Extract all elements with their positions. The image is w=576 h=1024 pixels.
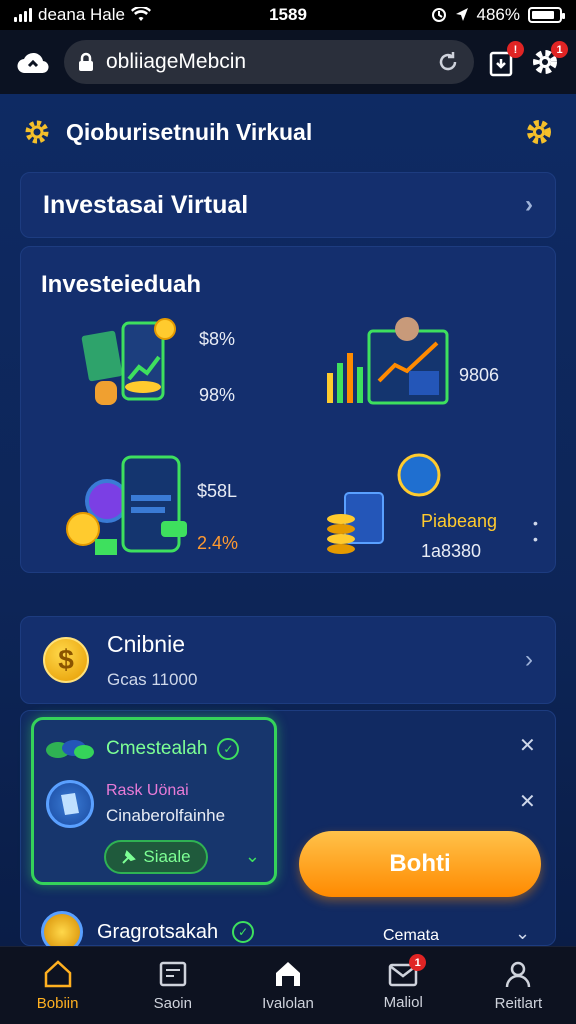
item4-title: Piabeang — [421, 511, 498, 531]
check-circle-icon: ✓ — [217, 738, 240, 760]
check-circle-icon: ✓ — [232, 921, 255, 943]
balance-title: Cnibnie — [107, 630, 185, 657]
balance-value: Gcas 11000 — [107, 669, 198, 689]
more-dots-icon[interactable]: • • — [533, 515, 545, 547]
tab-home[interactable]: Bobiin — [0, 947, 115, 1024]
tab-center[interactable]: Ivalolan — [230, 947, 345, 1024]
investment-item-fund[interactable]: Piabeang 1a8380 • • — [327, 453, 545, 563]
item1-percent: 98% — [199, 385, 236, 405]
cloud-icon[interactable] — [16, 49, 50, 75]
coin-icon: $ — [43, 637, 89, 683]
settings-badge: 1 — [551, 41, 568, 58]
item2-value: 9806 — [459, 365, 500, 385]
battery-percent: 486% — [476, 5, 520, 24]
task-header: Cmestealah — [106, 738, 208, 759]
browser-toolbar: obliiageMebcin ! 1 — [0, 30, 576, 94]
app-title: Qioburisetnuih Virkual — [66, 118, 313, 145]
item4-value: 1a8380 — [421, 541, 482, 561]
tab-label: Maliol — [383, 994, 423, 1011]
tabs-icon[interactable]: ! — [488, 41, 524, 77]
balance-row[interactable]: $ Cnibnie Gcas 11000 › — [20, 616, 556, 704]
task-sub-b: Cinaberolfainhe — [106, 806, 226, 825]
chevron-down-icon[interactable]: ⌄ — [515, 923, 530, 944]
investment-card: Investeieduah $8% 98% 9806 $58L 2.4% Pia… — [20, 246, 556, 573]
document-icon — [61, 793, 79, 815]
home-icon — [44, 960, 71, 988]
house-icon — [276, 962, 300, 986]
alarm-icon — [431, 8, 446, 22]
investment-heading: Investeieduah — [41, 271, 202, 298]
item1-value: $8% — [199, 329, 236, 349]
battery-icon — [528, 7, 565, 23]
status-pill[interactable]: Siaale — [104, 840, 208, 874]
reload-icon[interactable] — [436, 50, 460, 74]
app-header: Qioburisetnuih Virkual — [22, 112, 554, 152]
tab-label: Bobiin — [36, 995, 79, 1012]
wifi-icon — [130, 7, 151, 21]
bottom-tab-bar: Bobiin Saoin Ivalolan 1 Maliol Reitlart — [0, 946, 576, 1024]
user-icon — [506, 961, 531, 988]
task-sub-a: Rask Uönai — [106, 782, 189, 799]
item3-percent: 2.4% — [197, 533, 239, 553]
url-text: obliiageMebcin — [106, 50, 247, 73]
tab-mail[interactable]: 1 Maliol — [346, 947, 461, 1024]
investment-item-mobile[interactable]: $58L 2.4% — [65, 455, 305, 565]
signal-icon — [14, 8, 32, 22]
carrier-label: deana Hale — [38, 5, 125, 24]
secondary-task-title: Gragrotsakah — [97, 920, 219, 943]
active-task-panel[interactable]: Cmestealah ✓ Rask Uönai Cinaberolfainhe … — [31, 717, 277, 885]
pill-label: Siaale — [143, 847, 191, 866]
app-content: Qioburisetnuih Virkual Investasai Virtua… — [0, 94, 576, 953]
chevron-down-icon[interactable]: ⌄ — [245, 846, 260, 867]
virtual-investment-row[interactable]: Investasai Virtual › — [20, 172, 556, 238]
close-icon[interactable]: ✕ — [519, 789, 536, 814]
secondary-task-right: Cemata — [383, 927, 440, 944]
cash-stack-icon — [46, 740, 94, 759]
task-card: Cmestealah ✓ Rask Uönai Cinaberolfainhe … — [20, 710, 556, 953]
status-bar: deana Hale 1589 486% — [0, 0, 576, 30]
address-bar[interactable]: obliiageMebcin — [64, 40, 474, 84]
virtual-investment-label: Investasai Virtual — [43, 190, 249, 219]
mail-badge: 1 — [409, 954, 427, 971]
investment-item-analytics[interactable]: 9806 — [323, 313, 543, 413]
settings-gear-icon[interactable] — [524, 117, 554, 147]
pin-icon — [122, 850, 137, 864]
tab-search[interactable]: Saoin — [115, 947, 230, 1024]
phone-chart-icon — [81, 318, 176, 405]
primary-action-button[interactable]: Bohti — [299, 831, 541, 897]
item3-value: $58L — [197, 481, 238, 501]
tabs-badge: ! — [507, 41, 524, 58]
analytics-board-icon — [327, 317, 449, 405]
tab-label: Ivalolan — [262, 995, 314, 1012]
newspaper-icon — [159, 961, 187, 987]
chevron-right-icon: › — [525, 646, 533, 673]
mobile-wallet-icon — [66, 455, 187, 555]
location-icon — [455, 8, 468, 21]
tab-label: Reitlart — [494, 995, 543, 1012]
gear-icon[interactable]: 1 — [530, 41, 568, 77]
task-avatar — [46, 780, 94, 828]
tab-profile[interactable]: Reitlart — [461, 947, 576, 1024]
tab-label: Saoin — [153, 995, 192, 1012]
chevron-right-icon: › — [525, 191, 533, 218]
sun-gear-icon — [25, 120, 49, 144]
close-icon[interactable]: ✕ — [519, 733, 536, 758]
lock-icon — [79, 52, 93, 71]
investment-item-stocks[interactable]: $8% 98% — [79, 317, 279, 417]
